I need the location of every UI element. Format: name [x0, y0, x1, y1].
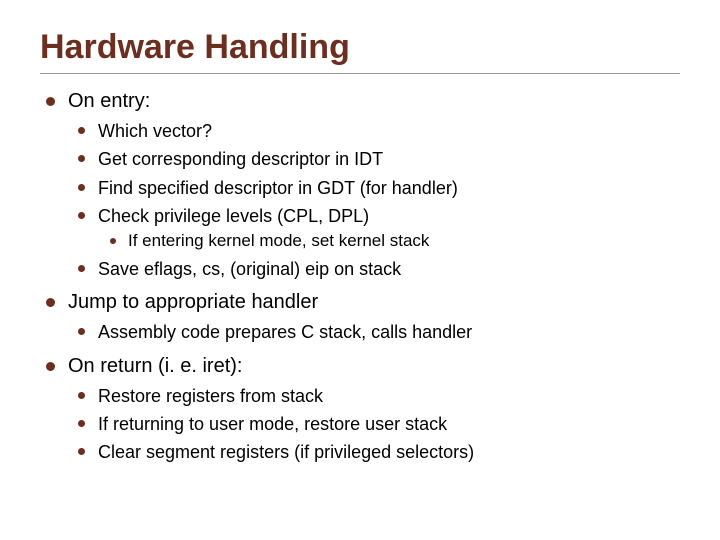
list-item-text: Check privilege levels (CPL, DPL): [98, 206, 369, 226]
list-item-text: Get corresponding descriptor in IDT: [98, 149, 383, 169]
bullet-list: If entering kernel mode, set kernel stac…: [98, 230, 680, 253]
list-item-text: Save eflags, cs, (original) eip on stack: [98, 259, 401, 279]
list-item-text: If returning to user mode, restore user …: [98, 414, 447, 434]
bullet-list: Restore registers from stack If returnin…: [68, 384, 680, 465]
list-item-text: Assembly code prepares C stack, calls ha…: [98, 322, 472, 342]
slide-title: Hardware Handling: [40, 28, 680, 67]
list-item: Get corresponding descriptor in IDT: [68, 147, 680, 171]
list-item: Clear segment registers (if privileged s…: [68, 440, 680, 464]
list-item: If returning to user mode, restore user …: [68, 412, 680, 436]
list-item: If entering kernel mode, set kernel stac…: [98, 230, 680, 253]
bullet-list: Assembly code prepares C stack, calls ha…: [68, 320, 680, 344]
list-item: On return (i. e. iret): Restore register…: [40, 353, 680, 465]
title-rule: [40, 73, 680, 74]
slide: Hardware Handling On entry: Which vector…: [0, 0, 720, 485]
bullet-list: Which vector? Get corresponding descript…: [68, 119, 680, 281]
bullet-list: On entry: Which vector? Get correspondin…: [40, 88, 680, 465]
list-item-text: Which vector?: [98, 121, 212, 141]
list-item: Which vector?: [68, 119, 680, 143]
list-item: Check privilege levels (CPL, DPL) If ent…: [68, 204, 680, 253]
list-item: Save eflags, cs, (original) eip on stack: [68, 257, 680, 281]
list-item: Restore registers from stack: [68, 384, 680, 408]
list-item: Find specified descriptor in GDT (for ha…: [68, 176, 680, 200]
list-item-text: Jump to appropriate handler: [68, 291, 318, 313]
list-item-text: Find specified descriptor in GDT (for ha…: [98, 178, 458, 198]
list-item-text: If entering kernel mode, set kernel stac…: [128, 231, 429, 250]
list-item-text: Restore registers from stack: [98, 386, 323, 406]
list-item-text: Clear segment registers (if privileged s…: [98, 442, 474, 462]
list-item: Assembly code prepares C stack, calls ha…: [68, 320, 680, 344]
list-item-text: On entry:: [68, 90, 150, 112]
list-item-text: On return (i. e. iret):: [68, 355, 243, 377]
list-item: Jump to appropriate handler Assembly cod…: [40, 289, 680, 344]
list-item: On entry: Which vector? Get correspondin…: [40, 88, 680, 281]
